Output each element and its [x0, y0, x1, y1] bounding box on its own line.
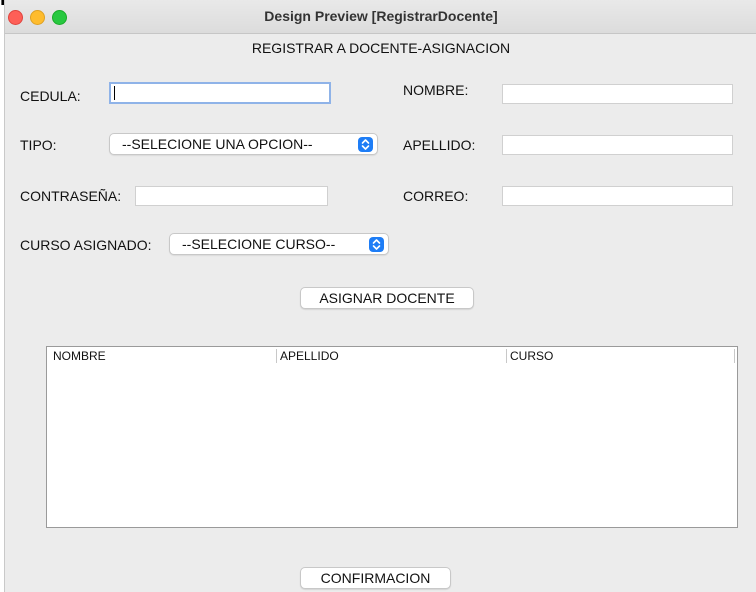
nombre-field[interactable] — [502, 84, 733, 104]
up-down-chevron-icon — [369, 237, 384, 252]
apellido-label: APELLIDO: — [403, 137, 476, 153]
cedula-field[interactable] — [109, 82, 331, 104]
correo-label: CORREO: — [403, 188, 469, 204]
title-bar: Design Preview [RegistrarDocente] — [5, 0, 756, 34]
column-divider — [276, 349, 277, 363]
correo-field[interactable] — [502, 186, 733, 206]
curso-select[interactable]: --SELECIONE CURSO-- — [169, 233, 389, 255]
apellido-field[interactable] — [502, 135, 733, 155]
tipo-select-value: --SELECIONE UNA OPCION-- — [122, 136, 313, 152]
table-header: NOMBRE APELLIDO CURSO — [47, 347, 737, 364]
docentes-table[interactable]: NOMBRE APELLIDO CURSO — [46, 346, 738, 528]
text-caret — [114, 86, 115, 100]
curso-asignado-label: CURSO ASIGNADO: — [20, 237, 152, 253]
cedula-label: CEDULA: — [20, 88, 81, 104]
curso-select-value: --SELECIONE CURSO-- — [182, 236, 336, 252]
column-header-curso[interactable]: CURSO — [510, 349, 553, 363]
form-heading: REGISTRAR A DOCENTE-ASIGNACION — [251, 40, 511, 56]
tipo-label: TIPO: — [20, 137, 57, 153]
app-window: Design Preview [RegistrarDocente] REGIST… — [4, 0, 756, 592]
contrasena-label: CONTRASEÑA: — [20, 188, 122, 204]
column-header-apellido[interactable]: APELLIDO — [280, 349, 339, 363]
tipo-select[interactable]: --SELECIONE UNA OPCION-- — [109, 133, 378, 155]
contrasena-field[interactable] — [135, 186, 328, 206]
confirmacion-button[interactable]: CONFIRMACION — [300, 567, 451, 589]
asignar-docente-button[interactable]: ASIGNAR DOCENTE — [300, 287, 474, 309]
window-title: Design Preview [RegistrarDocente] — [264, 8, 498, 24]
column-header-nombre[interactable]: NOMBRE — [53, 349, 106, 363]
up-down-chevron-icon — [358, 137, 373, 152]
column-divider — [506, 349, 507, 363]
column-divider — [734, 349, 735, 363]
nombre-label: NOMBRE: — [403, 82, 469, 98]
